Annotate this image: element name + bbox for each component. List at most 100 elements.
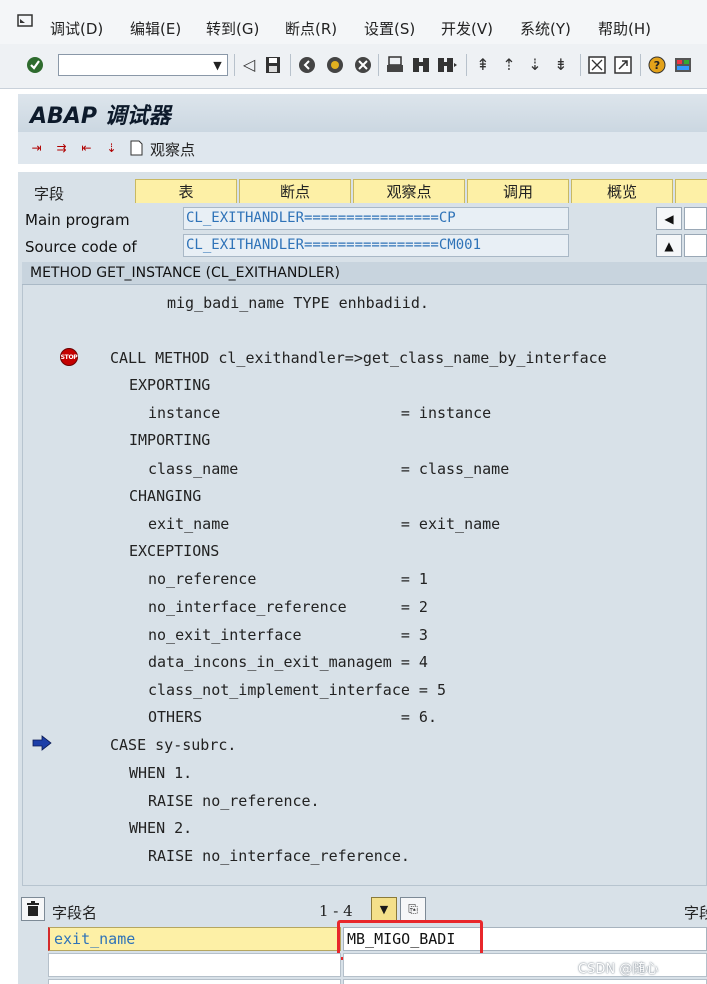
continue-icon[interactable]: ⇣	[103, 140, 120, 156]
toolbar-separator	[466, 54, 467, 76]
right-column-label: 字段	[684, 904, 707, 922]
code-line[interactable]: data_incons_in_exit_managem = 4	[148, 652, 428, 672]
field-name-column-label: 字段名	[52, 904, 98, 922]
application-toolbar: ⇥ ⇉ ⇤ ⇣ 观察点	[18, 132, 707, 164]
toolbar-separator	[234, 54, 235, 76]
menu-help[interactable]: 帮助(H)	[598, 18, 651, 39]
code-line[interactable]: exit_name = exit_name	[148, 514, 500, 534]
title-bar: ABAP 调试器	[18, 94, 707, 132]
back-icon[interactable]: ◁	[238, 54, 260, 76]
source-code-label: Source code of	[25, 238, 137, 256]
nav-left-button[interactable]: ◀	[656, 207, 682, 230]
variable-name-field-empty[interactable]	[48, 953, 341, 977]
step-into-icon[interactable]: ⇥	[28, 140, 45, 156]
menu-development[interactable]: 开发(V)	[441, 18, 493, 39]
command-field[interactable]	[58, 54, 228, 76]
toolbar-separator	[640, 54, 641, 76]
execute-icon[interactable]: ⇉	[53, 140, 70, 156]
tab-more[interactable]	[675, 179, 707, 203]
code-line-current[interactable]: CASE sy-subrc.	[110, 735, 236, 755]
menu-goto[interactable]: 转到(G)	[206, 18, 259, 39]
print-icon[interactable]	[384, 54, 406, 76]
menu-breakpoints[interactable]: 断点(R)	[285, 18, 337, 39]
return-icon[interactable]: ⇤	[78, 140, 95, 156]
variable-value-field-empty[interactable]	[343, 979, 707, 984]
tab-breakpoints[interactable]: 断点	[239, 179, 351, 203]
code-line[interactable]: no_reference = 1	[148, 569, 428, 589]
code-line[interactable]: CALL METHOD cl_exithandler=>get_class_na…	[110, 348, 607, 368]
code-line[interactable]: no_interface_reference = 2	[148, 597, 428, 617]
tab-tables[interactable]: 表	[135, 179, 237, 203]
source-code-field[interactable]: CL_EXITHANDLER================CM001	[183, 234, 569, 257]
nav-up-button[interactable]: ▲	[656, 234, 682, 257]
main-program-field[interactable]: CL_EXITHANDLER================CP	[183, 207, 569, 230]
code-line[interactable]: WHEN 2.	[129, 818, 192, 838]
toolbar-separator	[290, 54, 291, 76]
save-icon[interactable]	[262, 54, 284, 76]
menu-system[interactable]: 系统(Y)	[520, 18, 571, 39]
current-line-arrow-icon	[32, 735, 52, 751]
last-page-icon[interactable]: ⇟	[550, 54, 572, 76]
svg-text:?: ?	[654, 59, 660, 72]
help-icon[interactable]: ?	[646, 54, 668, 76]
delete-button[interactable]	[21, 897, 45, 921]
command-dropdown-icon[interactable]: ▼	[208, 55, 227, 75]
page-icon: ⎘	[408, 901, 418, 916]
stop-icon[interactable]	[352, 54, 374, 76]
main-program-label: Main program	[25, 211, 130, 229]
menu-debug[interactable]: 调试(D)	[50, 18, 103, 39]
find-icon[interactable]	[410, 54, 432, 76]
triangle-up-icon: ▲	[664, 238, 674, 253]
nav-field-bottom[interactable]	[684, 234, 707, 257]
menu-icon[interactable]	[16, 14, 36, 30]
code-line[interactable]: no_exit_interface = 3	[148, 625, 428, 645]
standard-toolbar: ▼ ◁ ⇞ ⇡ ⇣ ⇟ ?	[0, 44, 707, 89]
code-line[interactable]: class_not_implement_interface = 5	[148, 680, 446, 700]
menu-edit[interactable]: 编辑(E)	[130, 18, 181, 39]
code-line[interactable]: CHANGING	[129, 486, 201, 506]
tab-overview[interactable]: 概览	[571, 179, 673, 203]
find-next-icon[interactable]	[436, 54, 458, 76]
toolbar-separator	[378, 54, 379, 76]
exit-icon[interactable]	[296, 54, 318, 76]
menu-settings[interactable]: 设置(S)	[364, 18, 415, 39]
check-icon[interactable]	[24, 54, 46, 76]
toolbar-separator	[580, 54, 581, 76]
page-title: ABAP 调试器	[30, 104, 171, 129]
code-line[interactable]: RAISE no_interface_reference.	[148, 846, 410, 866]
code-line[interactable]: mig_badi_name TYPE enhbadiid.	[167, 293, 429, 313]
range-dropdown-button[interactable]: ▼	[371, 897, 397, 921]
cancel-icon[interactable]	[324, 54, 346, 76]
code-line[interactable]: IMPORTING	[129, 430, 210, 450]
tab-watchpoints[interactable]: 观察点	[353, 179, 465, 203]
next-page-icon[interactable]: ⇣	[524, 54, 546, 76]
menu-bar: 调试(D) 编辑(E) 转到(G) 断点(R) 设置(S) 开发(V) 系统(Y…	[0, 0, 707, 44]
row-range: 1 - 4	[319, 902, 353, 920]
code-line[interactable]: instance = instance	[148, 403, 491, 423]
code-line[interactable]: EXCEPTIONS	[129, 541, 219, 561]
layout-icon[interactable]	[672, 54, 694, 76]
code-line[interactable]: OTHERS = 6.	[148, 707, 437, 727]
variable-name-field-empty[interactable]	[48, 979, 341, 984]
prev-page-icon[interactable]: ⇡	[498, 54, 520, 76]
code-line[interactable]: EXPORTING	[129, 375, 210, 395]
chevron-down-icon: ▼	[379, 902, 389, 916]
nav-field-top[interactable]	[684, 207, 707, 230]
trash-icon	[27, 901, 39, 916]
variable-name-field[interactable]: exit_name	[48, 927, 341, 951]
new-session-icon[interactable]	[586, 54, 608, 76]
code-line[interactable]: class_name = class_name	[148, 459, 509, 479]
code-line[interactable]: WHEN 1.	[129, 763, 192, 783]
method-header: METHOD GET_INSTANCE (CL_EXITHANDLER)	[22, 262, 707, 285]
first-page-icon[interactable]: ⇞	[472, 54, 494, 76]
tab-calls[interactable]: 调用	[467, 179, 569, 203]
code-line[interactable]: RAISE no_reference.	[148, 791, 320, 811]
watchpoint-button[interactable]: 观察点	[150, 139, 195, 160]
tab-fields[interactable]: 字段	[34, 183, 64, 204]
shortcut-icon[interactable]	[612, 54, 634, 76]
watermark: CSDN @随心	[578, 962, 659, 977]
breakpoint-stop-icon[interactable]: STOP	[60, 348, 78, 366]
page-button[interactable]: ⎘	[400, 897, 426, 921]
triangle-left-icon: ◀	[664, 211, 674, 226]
document-icon[interactable]	[128, 140, 145, 156]
